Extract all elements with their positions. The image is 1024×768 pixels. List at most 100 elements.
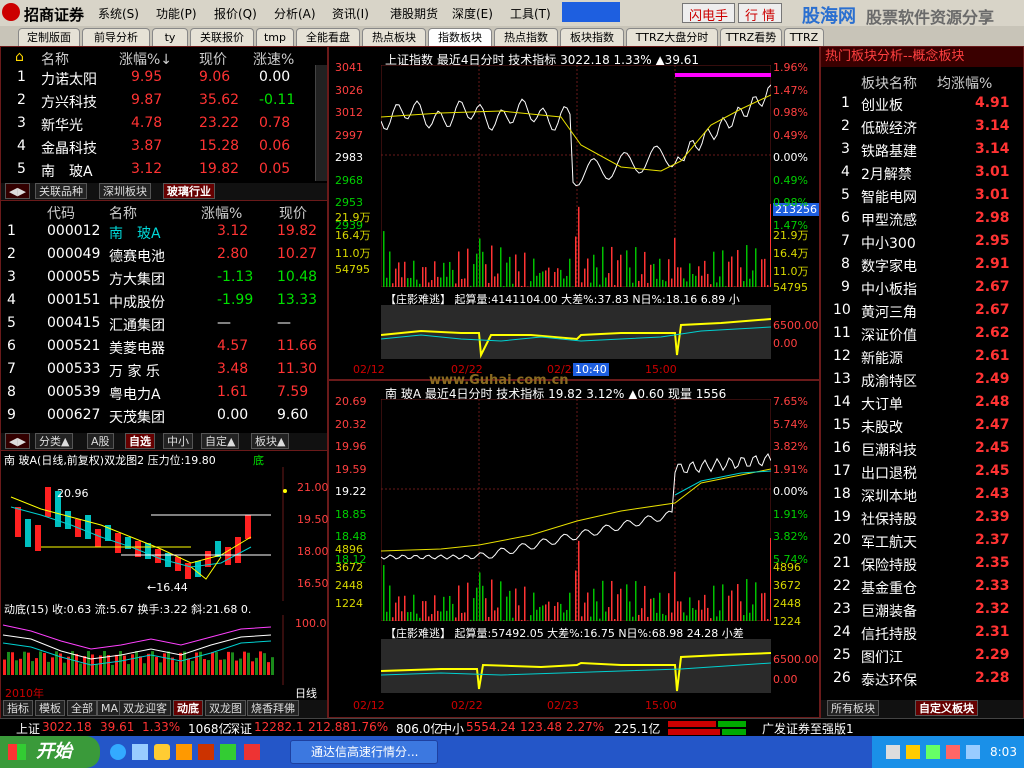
tray-icon[interactable] [946,745,960,759]
subtab-a-share[interactable]: A股 [87,433,114,449]
tab-related-quotes[interactable]: 关联报价 [190,28,254,46]
btab-dragon-chart[interactable]: 双龙图 [205,700,246,716]
clock[interactable]: 8:03 [990,745,1017,759]
tab-ty[interactable]: ty [152,28,188,46]
tab-leading-analysis[interactable]: 前导分析 [82,28,150,46]
menu-tools[interactable]: 工具(T) [510,5,551,22]
table-row[interactable]: 7 000533 万 家 乐 3.48 11.30 [1,359,327,382]
menu-info[interactable]: 资讯(I) [332,5,369,22]
tab-ttrz-machine[interactable]: TTRZ机器 [784,28,824,46]
menu-hk-futures[interactable]: 港股期货 [390,5,438,22]
flash-trade-button[interactable]: 闪电手 [682,3,736,24]
sector-row[interactable]: 18 深圳本地 2.43 [821,484,1023,507]
indicator-chart[interactable] [1,615,329,685]
sector-row[interactable]: 8 数字家电 2.91 [821,254,1023,277]
subtab-custom[interactable]: 自定▲ [201,433,240,449]
sector-row[interactable]: 23 巨潮装备 2.32 [821,599,1023,622]
subtab-sme[interactable]: 中小 [163,433,193,449]
list-item[interactable]: 5 南 玻A 3.12 19.82 0.05 [1,159,313,182]
menu-function[interactable]: 功能(P) [156,5,197,22]
sector-row[interactable]: 22 基金重仓 2.33 [821,576,1023,599]
index-chart[interactable] [381,65,771,287]
sector-row[interactable]: 9 中小板指 2.67 [821,277,1023,300]
sector-row[interactable]: 4 2月解禁 3.01 [821,162,1023,185]
tab-sector-index[interactable]: 板块指数 [560,28,624,46]
tray-icon[interactable] [886,745,900,759]
sector-row[interactable]: 21 保险持股 2.35 [821,553,1023,576]
sector-row[interactable]: 26 泰达环保 2.28 [821,668,1023,691]
btab-all[interactable]: 全部 [67,700,97,716]
sector-row[interactable]: 14 大订单 2.48 [821,392,1023,415]
sector-row[interactable]: 17 出口退税 2.45 [821,461,1023,484]
tab-tmp[interactable]: tmp [256,28,294,46]
sector-row[interactable]: 15 未股改 2.47 [821,415,1023,438]
desktop-icon[interactable] [132,744,148,760]
tab-custom-layout[interactable]: 定制版面 [18,28,80,46]
stock-chart[interactable] [381,399,771,621]
col-name[interactable]: 名称 [109,203,137,223]
subtab-category[interactable]: 分类▲ [35,433,74,449]
tab-custom-sectors[interactable]: 自定义板块 [915,700,978,716]
speaker-icon[interactable] [966,745,980,759]
btab-incense[interactable]: 烧香拜佛 [247,700,299,716]
col-name[interactable]: 名称 [41,49,69,69]
app-icon[interactable] [220,744,236,760]
table-row[interactable]: 6 000521 美菱电器 4.57 11.66 [1,336,327,359]
col-sector-name[interactable]: 板块名称 [861,73,917,93]
menu-quote[interactable]: 报价(Q) [214,5,257,22]
tab-ttrz-market[interactable]: TTRZ大盘分时 [626,28,718,46]
col-price[interactable]: 现价 [199,49,227,69]
sme-label[interactable]: 中小 [440,720,464,737]
tab-index-sectors[interactable]: 指数板块 [428,28,492,46]
subtab-sz-sector[interactable]: 深圳板块 [99,183,151,199]
app-icon[interactable] [176,744,192,760]
table-row[interactable]: 1 000012 南 玻A 3.12 19.82 [1,221,327,244]
explorer-icon[interactable] [154,744,170,760]
tab-full-view[interactable]: 全能看盘 [296,28,360,46]
list-item[interactable]: 1 力诺太阳 9.95 9.06 0.00 [1,67,313,90]
period-label[interactable]: 日线 [295,685,317,701]
sector-row[interactable]: 16 巨潮科技 2.45 [821,438,1023,461]
col-speed[interactable]: 涨速% [253,49,294,69]
sector-row[interactable]: 11 深证价值 2.62 [821,323,1023,346]
table-row[interactable]: 5 000415 汇通集团 — — [1,313,327,336]
subtab-related[interactable]: 关联品种 [35,183,87,199]
ie-icon[interactable] [110,744,126,760]
prev-arrow-icon[interactable]: ◀▶ [5,183,30,199]
list-item[interactable]: 3 新华光 4.78 23.22 0.78 [1,113,313,136]
col-price[interactable]: 现价 [279,203,307,223]
col-change[interactable]: 涨幅% [201,203,242,223]
sector-row[interactable]: 20 军工航天 2.37 [821,530,1023,553]
sector-row[interactable]: 24 信托持股 2.31 [821,622,1023,645]
sector-row[interactable]: 2 低碳经济 3.14 [821,116,1023,139]
sector-row[interactable]: 3 铁路基建 3.14 [821,139,1023,162]
menu-system[interactable]: 系统(S) [98,5,139,22]
sh-label[interactable]: 上证 [16,720,40,737]
sector-row[interactable]: 6 甲型流感 2.98 [821,208,1023,231]
table-row[interactable]: 4 000151 中成股份 -1.99 13.33 [1,290,327,313]
subtab-sector[interactable]: 板块▲ [251,433,290,449]
table-row[interactable]: 3 000055 方大集团 -1.13 10.48 [1,267,327,290]
menu-analysis[interactable]: 分析(A) [274,5,316,22]
subtab-glass[interactable]: 玻璃行业 [163,183,215,199]
tab-hot-index[interactable]: 热点指数 [494,28,558,46]
stock-indicator-chart[interactable] [381,639,771,693]
index-indicator-chart[interactable] [381,305,771,359]
table-row[interactable]: 2 000049 德赛电池 2.80 10.27 [1,244,327,267]
sector-row[interactable]: 5 智能电网 3.01 [821,185,1023,208]
nav-arrows-icon[interactable]: ◀▶ [5,433,30,449]
tab-ttrz-trend[interactable]: TTRZ看势 [720,28,782,46]
col-change[interactable]: 涨幅%↓ [119,49,172,69]
sector-row[interactable]: 1 创业板 4.91 [821,93,1023,116]
scrollbar[interactable] [315,65,327,181]
btab-indicator[interactable]: 指标 [3,700,33,716]
table-row[interactable]: 9 000627 天茂集团 0.00 9.60 [1,405,327,428]
list-item[interactable]: 2 方兴科技 9.87 35.62 -0.11 [1,90,313,113]
col-avg-change[interactable]: 均涨幅% [937,73,992,93]
col-code[interactable]: 代码 [47,203,75,223]
tray-icon[interactable] [926,745,940,759]
list-item[interactable]: 4 金晶科技 3.87 15.28 0.06 [1,136,313,159]
sector-row[interactable]: 7 中小300 2.95 [821,231,1023,254]
taskbar-window-tdx[interactable]: 通达信高速行情分... [290,740,438,764]
tray-icon[interactable] [906,745,920,759]
